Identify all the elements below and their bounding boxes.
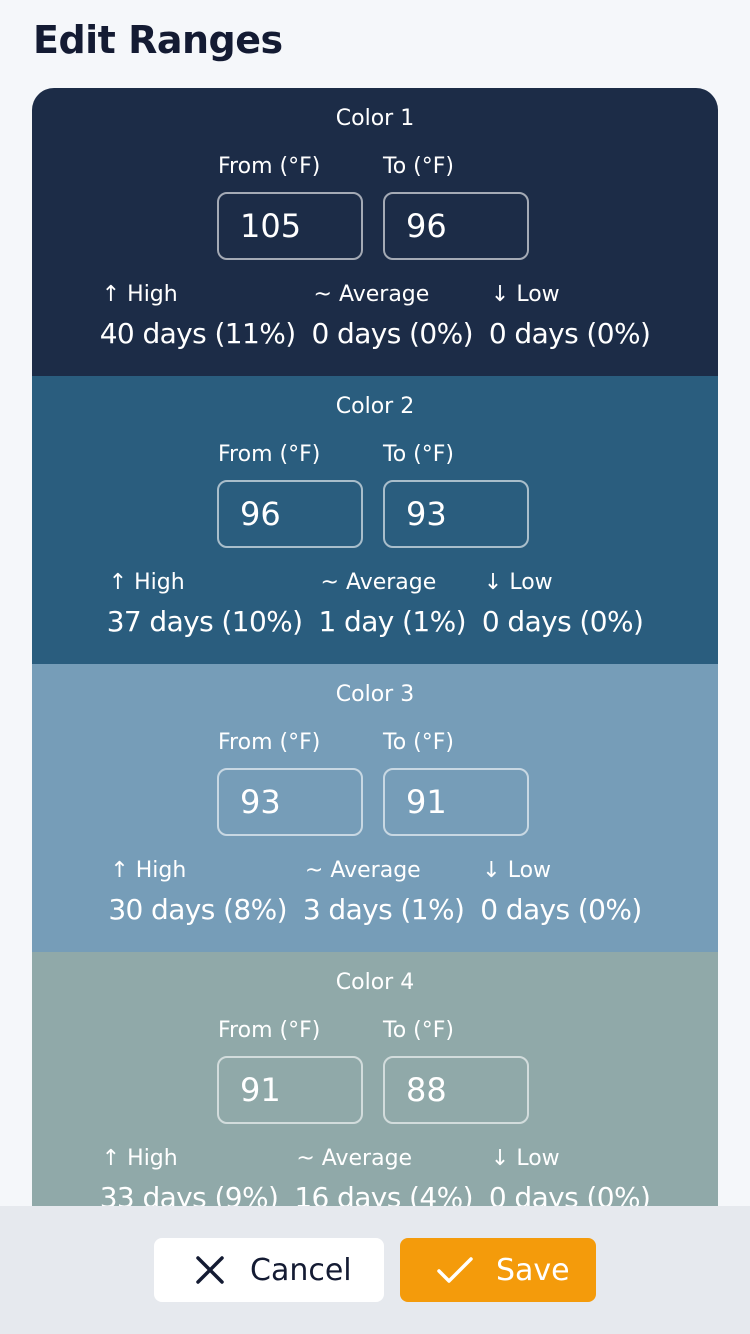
to-label: To (°F) — [383, 730, 454, 755]
high-value: 37 days (10%) — [106, 605, 303, 638]
low-value: 0 days (0%) — [481, 605, 644, 638]
range-name: Color 3 — [335, 682, 415, 707]
high-label: ↑ High — [108, 570, 185, 595]
cancel-button[interactable]: Cancel — [154, 1238, 384, 1302]
action-bar: Cancel Save — [0, 1206, 750, 1334]
average-stat: ~ Average 3 days (1%) — [302, 858, 465, 926]
checkmark-icon — [437, 1257, 473, 1283]
to-input[interactable] — [383, 1056, 529, 1124]
to-input[interactable] — [383, 192, 529, 260]
range-band-4: Color 4 From (°F) To (°F) ↑ High 33 days… — [32, 952, 718, 1240]
average-label: ~ Average — [313, 282, 430, 307]
low-value: 0 days (0%) — [480, 893, 642, 926]
range-stats: ↑ High 37 days (10%) ~ Average 1 day (1%… — [32, 570, 718, 638]
high-stat: ↑ High 37 days (10%) — [107, 570, 303, 638]
range-stats: ↑ High 40 days (11%) ~ Average 0 days (0… — [32, 282, 718, 350]
low-label: ↓ Low — [483, 570, 553, 595]
average-label: ~ Average — [296, 1146, 413, 1171]
low-label: ↓ Low — [490, 1146, 560, 1171]
range-name: Color 4 — [335, 970, 415, 995]
high-stat: ↑ High 30 days (8%) — [108, 858, 287, 926]
high-label: ↑ High — [110, 858, 187, 883]
to-label: To (°F) — [383, 154, 454, 179]
range-stats: ↑ High 30 days (8%) ~ Average 3 days (1%… — [32, 858, 718, 926]
average-label: ~ Average — [320, 570, 437, 595]
to-input[interactable] — [383, 768, 529, 836]
low-value: 0 days (0%) — [488, 317, 651, 350]
from-label: From (°F) — [218, 730, 321, 755]
from-label: From (°F) — [218, 442, 321, 467]
low-label: ↓ Low — [490, 282, 560, 307]
close-icon — [196, 1256, 224, 1284]
to-label: To (°F) — [383, 1018, 454, 1043]
from-input[interactable] — [217, 1056, 363, 1124]
range-band-1: Color 1 From (°F) To (°F) ↑ High 40 days… — [32, 88, 718, 376]
low-stat: ↓ Low 0 days (0%) — [489, 1146, 651, 1214]
high-stat: ↑ High 40 days (11%) — [100, 282, 296, 350]
average-value: 0 days (0%) — [311, 317, 474, 350]
page-title: Edit Ranges — [33, 18, 283, 62]
high-value: 30 days (8%) — [108, 893, 287, 926]
average-stat: ~ Average 1 day (1%) — [318, 570, 467, 638]
low-stat: ↓ Low 0 days (0%) — [488, 282, 651, 350]
high-value: 40 days (11%) — [99, 317, 296, 350]
save-button[interactable]: Save — [400, 1238, 596, 1302]
range-name: Color 2 — [335, 394, 415, 419]
save-label: Save — [496, 1252, 570, 1288]
from-input[interactable] — [217, 480, 363, 548]
high-label: ↑ High — [101, 282, 178, 307]
from-label: From (°F) — [218, 154, 321, 179]
high-label: ↑ High — [101, 1146, 178, 1171]
from-input[interactable] — [217, 768, 363, 836]
range-band-3: Color 3 From (°F) To (°F) ↑ High 30 days… — [32, 664, 718, 952]
low-label: ↓ Low — [482, 858, 552, 883]
average-value: 3 days (1%) — [302, 893, 465, 926]
to-label: To (°F) — [383, 442, 454, 467]
low-stat: ↓ Low 0 days (0%) — [480, 858, 642, 926]
average-value: 1 day (1%) — [318, 605, 467, 638]
cancel-label: Cancel — [250, 1252, 352, 1288]
high-stat: ↑ High 33 days (9%) — [100, 1146, 279, 1214]
from-label: From (°F) — [218, 1018, 321, 1043]
low-stat: ↓ Low 0 days (0%) — [481, 570, 644, 638]
from-input[interactable] — [217, 192, 363, 260]
range-stats: ↑ High 33 days (9%) ~ Average 16 days (4… — [32, 1146, 718, 1214]
average-label: ~ Average — [304, 858, 421, 883]
average-stat: ~ Average 16 days (4%) — [294, 1146, 473, 1214]
range-name: Color 1 — [335, 106, 415, 131]
ranges-list[interactable]: Color 1 From (°F) To (°F) ↑ High 40 days… — [32, 88, 718, 1240]
average-stat: ~ Average 0 days (0%) — [311, 282, 474, 350]
range-band-2: Color 2 From (°F) To (°F) ↑ High 37 days… — [32, 376, 718, 664]
to-input[interactable] — [383, 480, 529, 548]
